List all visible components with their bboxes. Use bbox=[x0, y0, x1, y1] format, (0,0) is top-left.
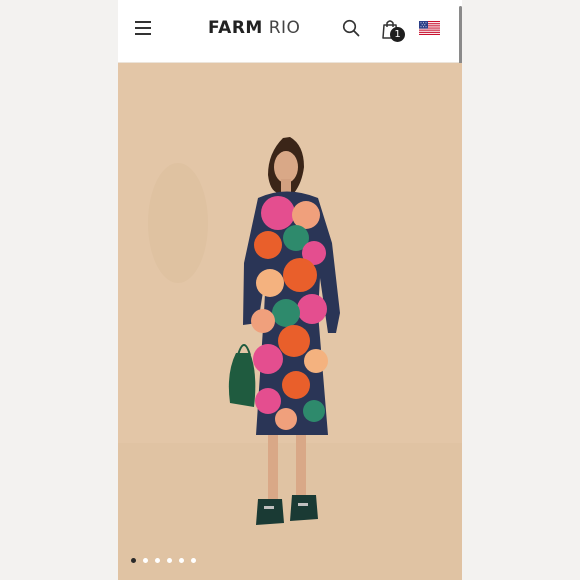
cart-count-badge: 1 bbox=[390, 27, 405, 42]
image-carousel-dots bbox=[131, 558, 196, 564]
product-hero-image[interactable] bbox=[118, 63, 462, 580]
search-icon[interactable] bbox=[342, 19, 360, 37]
site-header: FARM RIO 1 bbox=[118, 0, 462, 63]
us-flag-icon[interactable] bbox=[419, 21, 440, 35]
brand-logo[interactable]: FARM RIO bbox=[208, 18, 304, 40]
phone-screen: FARM RIO 1 bbox=[118, 0, 462, 580]
carousel-dot-1[interactable] bbox=[131, 558, 136, 563]
carousel-dot-6[interactable] bbox=[191, 558, 196, 563]
carousel-dot-3[interactable] bbox=[155, 558, 160, 563]
hamburger-menu-icon[interactable] bbox=[135, 21, 151, 35]
carousel-dot-4[interactable] bbox=[167, 558, 172, 563]
carousel-dot-5[interactable] bbox=[179, 558, 184, 563]
carousel-dot-2[interactable] bbox=[143, 558, 148, 563]
brand-name-bold: FARM bbox=[208, 18, 263, 38]
brand-name-light: RIO bbox=[268, 18, 301, 38]
